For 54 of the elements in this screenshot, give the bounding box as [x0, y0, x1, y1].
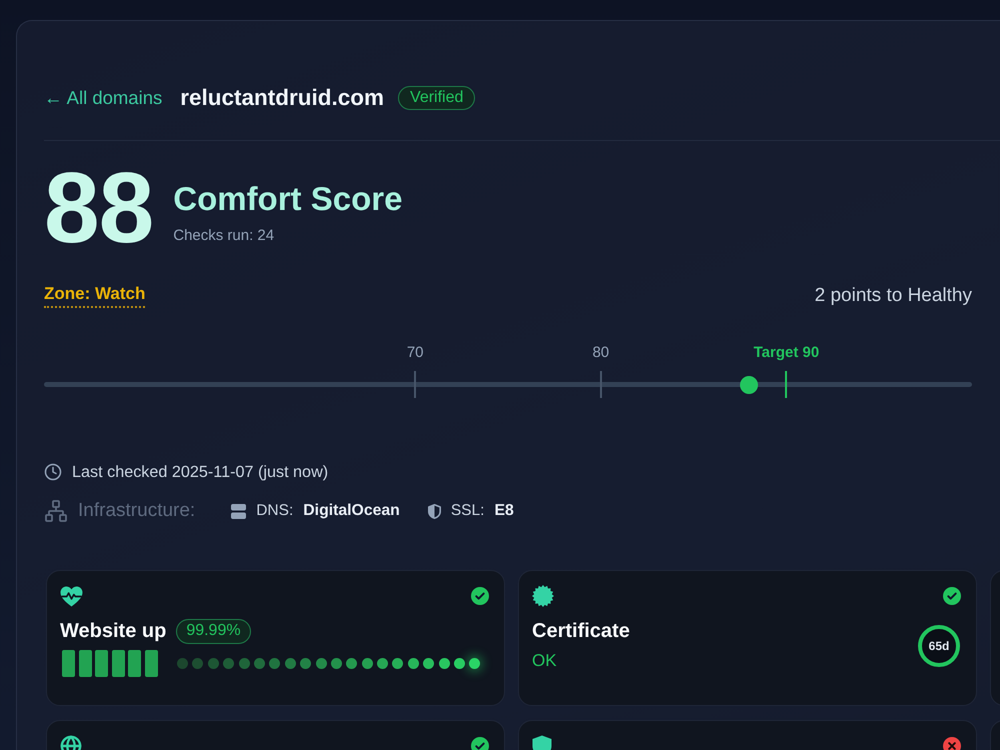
uptime-dot: [300, 658, 312, 669]
uptime-dot: [223, 658, 234, 669]
infra-key: DNS:: [256, 502, 294, 520]
infrastructure-label: Infrastructure:: [78, 500, 196, 522]
uptime-dot: [392, 658, 404, 669]
server-icon: [231, 504, 246, 518]
uptime-dot: [362, 658, 373, 669]
seal-icon: [532, 585, 554, 607]
uptime-dot: [377, 658, 388, 669]
tick-label: 70: [406, 344, 424, 362]
infra-value: E8: [494, 502, 514, 520]
card-title: Certificate: [532, 620, 630, 643]
status-text: OK: [532, 651, 558, 671]
uptime-dot: [284, 658, 296, 669]
days-ring: 65d: [918, 624, 960, 666]
uptime-dot: [454, 658, 466, 669]
tick-label: Target 90: [754, 344, 820, 362]
uptime-dot: [423, 658, 434, 669]
uptime-dot: [408, 658, 419, 669]
points-note: 2 points to Healthy: [814, 285, 972, 307]
uptime-dot: [469, 658, 480, 669]
uptime-dot: [269, 658, 280, 669]
uptime-bar: [128, 650, 141, 677]
zone-label: Zone: Watch: [44, 284, 146, 308]
score-value: 88: [44, 158, 154, 258]
checks-count: Checks run: 24: [173, 227, 276, 245]
heart-pulse-icon: [60, 586, 83, 606]
infra-key: SSL:: [450, 502, 484, 520]
uptime-bar: [78, 650, 92, 677]
score-title: Comfort Score: [173, 180, 402, 218]
card-title: Website up: [60, 620, 166, 642]
uptime-dot: [208, 658, 219, 669]
uptime-bar: [144, 650, 158, 677]
uptime-dot: [192, 658, 204, 669]
network-icon: [44, 499, 68, 523]
uptime-dot: [177, 658, 188, 669]
tick-label: 80: [592, 344, 610, 362]
uptime-dot: [254, 658, 265, 669]
uptime-bar: [95, 650, 108, 677]
domain-name: reluctantdruid.com: [180, 85, 384, 111]
uptime-badge: 99.99%: [176, 618, 251, 644]
uptime-dot: [316, 658, 327, 669]
uptime-dot: [330, 658, 342, 669]
uptime-bar: [62, 650, 75, 677]
uptime-dot: [438, 658, 450, 669]
shield-icon: [428, 504, 441, 518]
uptime-dot: [346, 658, 358, 669]
back-link[interactable]: ← All domains: [44, 87, 162, 109]
uptime-dot: [238, 658, 250, 669]
uptime-bar: [112, 650, 124, 677]
last-checked: Last checked 2025-11-07 (just now): [72, 462, 328, 482]
verified-badge: Verified: [398, 86, 476, 110]
clock-icon: [44, 463, 62, 481]
infra-value: DigitalOcean: [303, 502, 400, 520]
